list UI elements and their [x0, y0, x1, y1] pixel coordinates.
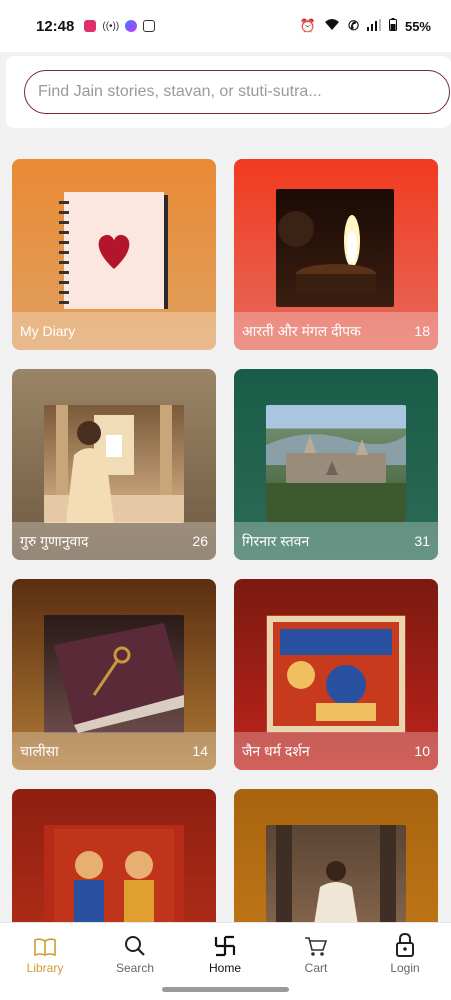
- assistant-icon: [125, 20, 138, 32]
- status-right-icons: ⏰ ✆ 55%: [300, 18, 431, 34]
- wifi-icon: [324, 18, 340, 34]
- app-badge-icon: [143, 20, 156, 32]
- search-icon: [100, 931, 170, 957]
- signal-icon: [366, 18, 381, 34]
- swastika-icon: [190, 931, 260, 957]
- status-bar: 12:48 ((•)) ⏰ ✆ 55%: [0, 0, 451, 52]
- book-image: [44, 615, 184, 733]
- category-card-my-diary[interactable]: My Diary: [12, 159, 216, 350]
- category-card-guru-gunanuvad[interactable]: गुरु गुणानुवाद 26: [12, 369, 216, 560]
- search-section: Find Jain stories, stavan, or stuti-sutr…: [6, 56, 451, 128]
- temple-image: [44, 405, 184, 523]
- category-card-jain-dharm-darshan[interactable]: जैन धर्म दर्शन 10: [234, 579, 438, 770]
- card-label: My Diary: [20, 323, 76, 339]
- search-input[interactable]: Find Jain stories, stavan, or stuti-sutr…: [24, 70, 450, 114]
- nav-label: Cart: [304, 961, 328, 975]
- hotspot-icon: ((•)): [102, 20, 120, 32]
- nav-label: Login: [390, 961, 420, 975]
- category-card-chalisa[interactable]: चालीसा 14: [12, 579, 216, 770]
- status-time: 12:48: [36, 17, 75, 35]
- nav-home[interactable]: Home: [190, 931, 260, 975]
- battery-percent: 55%: [404, 18, 431, 34]
- card-count: 18: [414, 323, 430, 339]
- card-label: गुरु गुणानुवाद: [20, 532, 89, 549]
- alarm-icon: ⏰: [299, 18, 317, 33]
- card-label: आरती और मंगल दीपक: [242, 322, 361, 339]
- card-count: 14: [192, 743, 208, 759]
- card-footer: आरती और मंगल दीपक 18: [234, 312, 438, 350]
- card-label: चालीसा: [20, 742, 59, 759]
- card-footer: My Diary: [12, 312, 216, 350]
- mountain-image: [266, 405, 406, 523]
- nav-search[interactable]: Search: [100, 931, 170, 975]
- book-open-icon: [10, 931, 80, 957]
- card-footer: गुरु गुणानुवाद 26: [12, 522, 216, 560]
- nav-label: Library: [26, 961, 64, 975]
- app-notification-icon: [84, 20, 97, 32]
- gesture-home-bar[interactable]: [162, 987, 289, 992]
- card-count: 31: [414, 533, 430, 549]
- painting-image: [266, 615, 406, 733]
- cart-icon: [281, 931, 351, 957]
- card-count: 26: [192, 533, 208, 549]
- category-card-aarti[interactable]: आरती और मंगल दीपक 18: [234, 159, 438, 350]
- card-label: गिरनार स्तवन: [242, 532, 310, 549]
- call-icon: ✆: [348, 18, 359, 33]
- lock-icon: [370, 931, 440, 957]
- card-footer: चालीसा 14: [12, 732, 216, 770]
- battery-icon: [388, 18, 397, 34]
- card-footer: जैन धर्म दर्शन 10: [234, 732, 438, 770]
- nav-label: Search: [115, 961, 155, 975]
- nav-cart[interactable]: Cart: [281, 931, 351, 975]
- nav-library[interactable]: Library: [10, 931, 80, 975]
- lamp-image: [276, 189, 394, 307]
- diary-image: [44, 189, 184, 309]
- category-card-girnar-stavan[interactable]: गिरनार स्तवन 31: [234, 369, 438, 560]
- status-notification-icons: ((•)): [84, 20, 156, 32]
- nav-login[interactable]: Login: [370, 931, 440, 975]
- card-footer: गिरनार स्तवन 31: [234, 522, 438, 560]
- card-count: 10: [414, 743, 430, 759]
- card-label: जैन धर्म दर्शन: [242, 742, 310, 759]
- nav-label: Home: [208, 961, 241, 975]
